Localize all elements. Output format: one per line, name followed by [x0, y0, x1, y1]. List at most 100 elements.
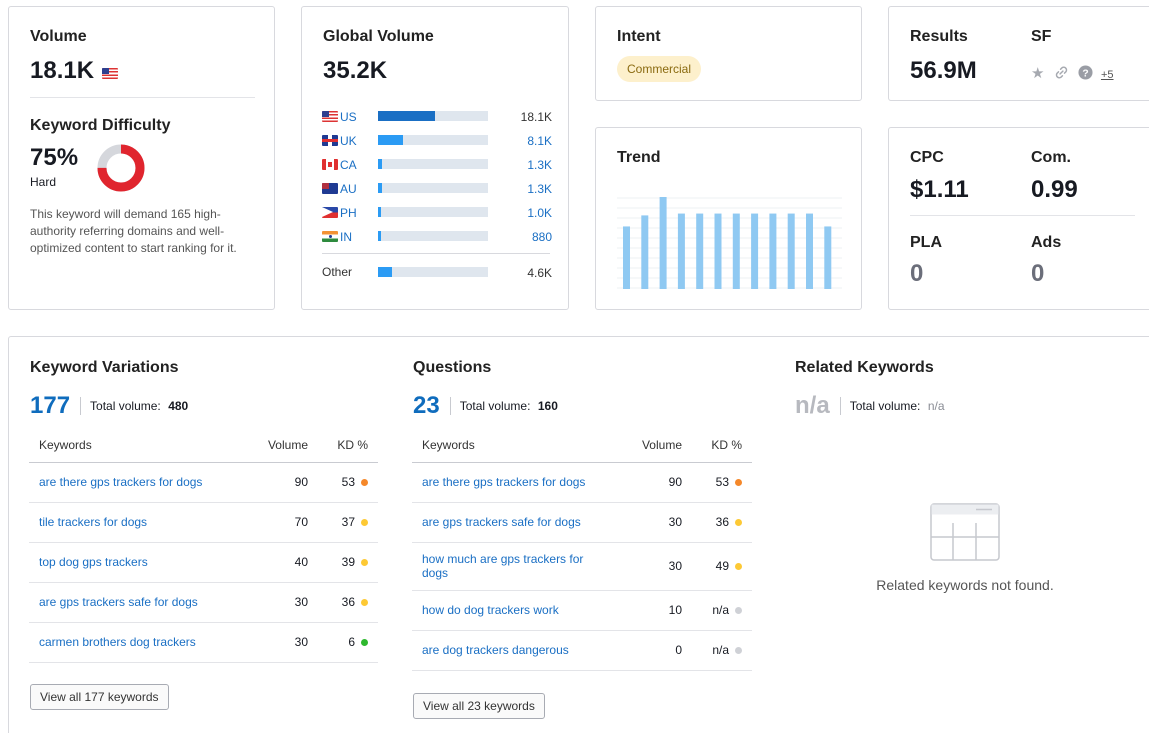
- keyword-volume: 90: [238, 462, 308, 503]
- table-row[interactable]: are there gps trackers for dogs 90 53: [412, 462, 752, 503]
- country-row-other: Other 4.6K: [322, 262, 552, 282]
- country-value: 1.3K: [527, 182, 552, 196]
- trend-bar[interactable]: [751, 213, 759, 289]
- sf-label: SF: [1031, 28, 1052, 45]
- country-bar-fill: [378, 135, 403, 145]
- table-row[interactable]: are gps trackers safe for dogs 30 36: [29, 582, 378, 623]
- table-row[interactable]: how much are gps trackers for dogs 30 49: [412, 542, 752, 591]
- country-row-us[interactable]: US 18.1K: [322, 106, 552, 126]
- country-row-uk[interactable]: UK 8.1K: [322, 130, 552, 150]
- trend-bar[interactable]: [769, 213, 777, 289]
- kd-percent: 75%: [30, 144, 79, 171]
- col-volume[interactable]: Volume: [238, 428, 308, 463]
- kd-dot-icon: [735, 607, 742, 615]
- keyword-kd: 37: [308, 502, 378, 543]
- kd-dot-icon: [361, 639, 368, 647]
- col-kd[interactable]: KD %: [308, 428, 378, 463]
- question-icon[interactable]: ?: [1078, 65, 1093, 80]
- keyword-link[interactable]: how much are gps trackers for dogs: [412, 542, 612, 591]
- country-row-ph[interactable]: PH 1.0K: [322, 202, 552, 222]
- intent-badge[interactable]: Commercial: [617, 56, 702, 82]
- kd-dot-icon: [735, 647, 742, 655]
- view-all-variations-button[interactable]: View all 177 keywords: [30, 684, 169, 710]
- trend-bar[interactable]: [677, 213, 685, 289]
- trend-bar[interactable]: [787, 213, 795, 289]
- trend-bar[interactable]: [714, 213, 722, 289]
- kd-value: 36: [715, 515, 729, 529]
- keyword-link[interactable]: are there gps trackers for dogs: [29, 462, 238, 503]
- keyword-volume: 30: [238, 622, 308, 663]
- variations-summary: 177 Total volume: 480: [30, 392, 188, 420]
- trend-bar[interactable]: [824, 226, 832, 289]
- empty-table-icon: [930, 503, 1000, 561]
- intent-card: Intent Commercial: [595, 6, 862, 101]
- trend-bar[interactable]: [659, 197, 667, 289]
- keyword-link[interactable]: are gps trackers safe for dogs: [412, 502, 612, 543]
- keyword-link[interactable]: are gps trackers safe for dogs: [29, 582, 238, 623]
- country-row-au[interactable]: AU 1.3K: [322, 178, 552, 198]
- table-row[interactable]: are there gps trackers for dogs 90 53: [29, 462, 378, 503]
- country-bar-fill: [378, 159, 382, 169]
- other-bar-fill: [378, 267, 392, 277]
- col-keywords[interactable]: Keywords: [29, 428, 238, 463]
- link-icon[interactable]: [1054, 65, 1069, 80]
- keyword-link[interactable]: how do dog trackers work: [412, 590, 612, 631]
- variations-count[interactable]: 177: [30, 392, 70, 419]
- keyword-volume: 30: [612, 542, 682, 591]
- table-row[interactable]: how do dog trackers work 10 n/a: [412, 590, 752, 631]
- view-all-questions-button[interactable]: View all 23 keywords: [413, 693, 545, 719]
- results-card: Results 56.9M SF ★ ? +5: [888, 6, 1149, 101]
- country-bar-track: [378, 111, 488, 121]
- table-row[interactable]: are dog trackers dangerous 0 n/a: [412, 630, 752, 671]
- keyword-volume: 30: [238, 582, 308, 623]
- trend-bar[interactable]: [696, 213, 704, 289]
- country-row-in[interactable]: IN 880: [322, 226, 552, 246]
- col-keywords[interactable]: Keywords: [412, 428, 612, 463]
- trend-bar[interactable]: [732, 213, 740, 289]
- keyword-kd: 53: [682, 462, 752, 503]
- sf-more-link[interactable]: +5: [1101, 69, 1114, 81]
- col-volume[interactable]: Volume: [612, 428, 682, 463]
- kd-label: Keyword Difficulty: [30, 117, 171, 134]
- star-icon[interactable]: ★: [1031, 65, 1044, 82]
- in-flag-icon: [322, 231, 338, 243]
- table-row[interactable]: carmen brothers dog trackers 30 6: [29, 622, 378, 663]
- country-bar-track: [378, 159, 488, 169]
- keyword-link[interactable]: are there gps trackers for dogs: [412, 462, 612, 503]
- trend-bar[interactable]: [623, 226, 630, 289]
- global-volume-card: Global Volume 35.2K US 18.1K UK 8.1K CA 1.3K A…: [301, 6, 569, 310]
- country-row-ca[interactable]: CA 1.3K: [322, 154, 552, 174]
- table-row[interactable]: top dog gps trackers 40 39: [29, 542, 378, 583]
- keyword-link[interactable]: are dog trackers dangerous: [412, 630, 612, 671]
- keyword-link[interactable]: top dog gps trackers: [29, 542, 238, 583]
- kd-value: 53: [715, 475, 729, 489]
- related-total: n/a: [927, 399, 945, 413]
- keyword-volume: 70: [238, 502, 308, 543]
- kd-dot-icon: [361, 519, 368, 527]
- pla-label: PLA: [910, 234, 942, 251]
- ph-flag-icon: [322, 207, 338, 219]
- table-row[interactable]: tile trackers for dogs 70 37: [29, 502, 378, 543]
- keyword-kd: 36: [308, 582, 378, 623]
- country-label: CA: [322, 157, 357, 172]
- variations-total-label: Total volume:: [90, 399, 161, 413]
- keyword-volume: 90: [612, 462, 682, 503]
- separator: [449, 397, 451, 415]
- kd-dot-icon: [361, 599, 368, 607]
- kd-dot-icon: [735, 479, 742, 487]
- questions-summary: 23 Total volume: 160: [413, 392, 558, 420]
- intent-label: Intent: [617, 28, 661, 45]
- country-bar-track: [378, 231, 488, 241]
- related-empty-message: Related keywords not found.: [876, 577, 1054, 593]
- trend-bar[interactable]: [641, 215, 649, 289]
- trend-bar[interactable]: [806, 213, 813, 289]
- questions-title: Questions: [413, 359, 492, 376]
- questions-count[interactable]: 23: [413, 392, 440, 419]
- keyword-link[interactable]: tile trackers for dogs: [29, 502, 238, 543]
- table-row[interactable]: are gps trackers safe for dogs 30 36: [412, 502, 752, 543]
- keyword-link[interactable]: carmen brothers dog trackers: [29, 622, 238, 663]
- col-kd[interactable]: KD %: [682, 428, 752, 463]
- keyword-kd: 53: [308, 462, 378, 503]
- com-label: Com.: [1031, 149, 1071, 166]
- country-bar-track: [378, 183, 488, 193]
